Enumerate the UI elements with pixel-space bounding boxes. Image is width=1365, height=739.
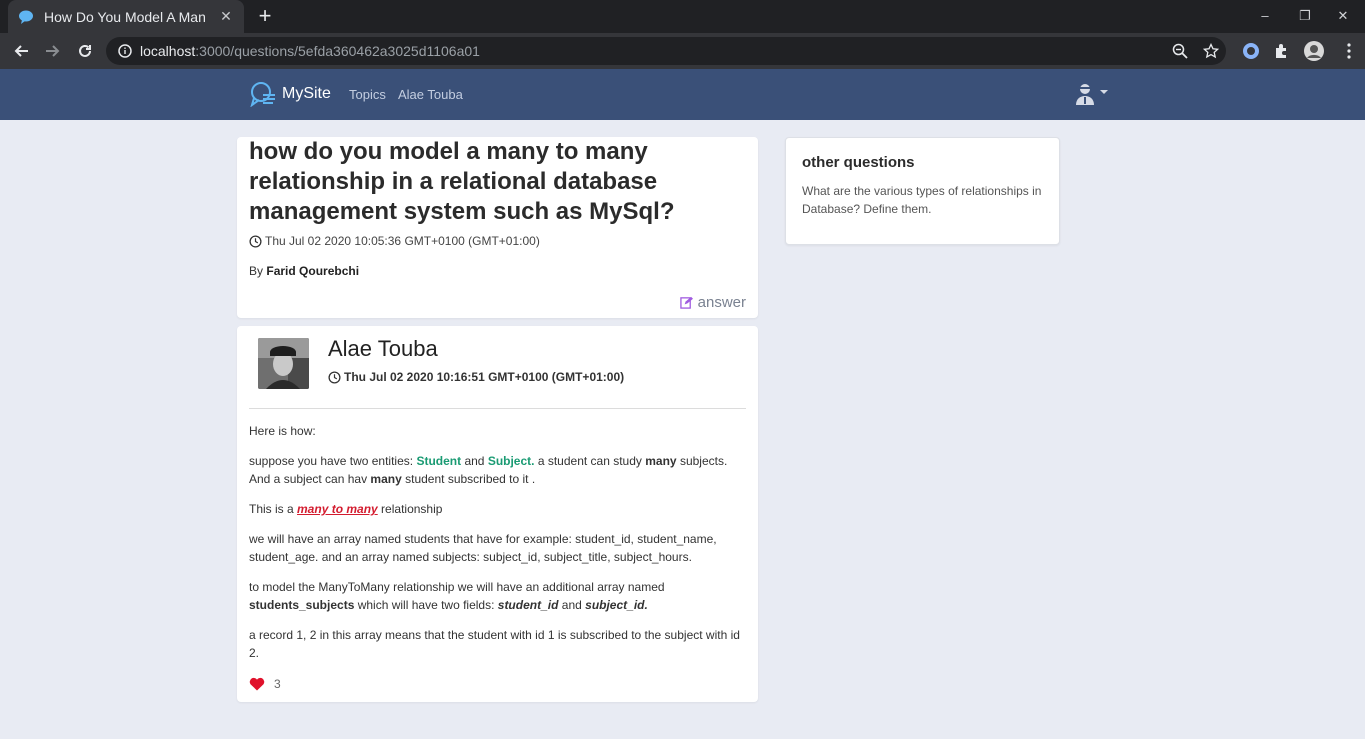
highlight-student: Student	[416, 454, 462, 468]
text: and	[558, 598, 586, 612]
sidebar-title: other questions	[802, 154, 915, 171]
url-host: localhost	[140, 43, 196, 59]
close-window-icon[interactable]: ✕	[1335, 8, 1351, 24]
like-count: 3	[274, 677, 281, 691]
question-card: how do you model a many to many relation…	[237, 137, 758, 318]
other-question-link[interactable]: What are the various types of relationsh…	[802, 182, 1052, 218]
text: suppose you have two entities:	[249, 454, 417, 468]
close-tab-icon[interactable]: ✕	[218, 8, 234, 25]
bookmark-star-icon[interactable]	[1203, 43, 1219, 59]
reload-icon	[79, 44, 91, 57]
browser-tab-bar: How Do You Model A Man ✕ + – ❐ ✕	[0, 0, 1365, 33]
question-date: Thu Jul 02 2020 10:05:36 GMT+0100 (GMT+0…	[249, 234, 540, 248]
bold-table-name: students_subjects	[249, 598, 355, 612]
forward-arrow-icon	[46, 45, 60, 57]
nav-link-topics[interactable]: Topics	[349, 87, 386, 102]
browser-tab[interactable]: How Do You Model A Man ✕	[8, 0, 244, 33]
site-navbar: MySite Topics Alae Touba	[0, 69, 1365, 120]
back-arrow-icon	[14, 45, 28, 57]
info-icon[interactable]	[118, 44, 132, 58]
extension-circle-icon[interactable]	[1242, 42, 1260, 60]
new-tab-button[interactable]: +	[256, 5, 274, 27]
edit-icon	[679, 296, 693, 309]
reload-button[interactable]	[74, 40, 96, 62]
restore-icon[interactable]: ❐	[1297, 8, 1313, 24]
by-label: By	[249, 264, 264, 278]
browser-menu-icon[interactable]	[1338, 40, 1360, 62]
text: a student can study	[534, 454, 646, 468]
answer-author-name[interactable]: Alae Touba	[328, 336, 438, 362]
brand-link[interactable]: MySite	[250, 81, 331, 107]
bold-italic-field: subject_id.	[585, 598, 648, 612]
bold-italic-field: student_id	[497, 598, 559, 612]
other-questions-card: other questions What are the various typ…	[785, 137, 1060, 245]
answer-paragraph: Here is how:	[249, 424, 316, 438]
text: to model the ManyToMany relationship we …	[249, 580, 665, 594]
bold-many: many	[645, 454, 677, 468]
text: and	[461, 454, 488, 468]
text: student subscribed to it .	[401, 472, 536, 486]
address-bar[interactable]: localhost:3000/questions/5efda360462a302…	[106, 37, 1226, 65]
heart-icon	[249, 677, 265, 691]
answer-button[interactable]: answer	[679, 294, 746, 311]
question-title: how do you model a many to many relation…	[249, 138, 675, 225]
answer-author-avatar[interactable]	[258, 338, 309, 389]
text: which will have two fields:	[354, 598, 498, 612]
question-byline: By Farid Qourebchi	[249, 264, 359, 278]
puzzle-extensions-icon[interactable]	[1273, 42, 1291, 60]
forward-button[interactable]	[42, 40, 64, 62]
back-button[interactable]	[10, 40, 32, 62]
answer-paragraph: to model the ManyToMany relationship we …	[249, 578, 746, 614]
brand-name: MySite	[282, 85, 331, 102]
question-author[interactable]: Farid Qourebchi	[266, 264, 359, 278]
chevron-down-icon	[1100, 90, 1108, 94]
answer-paragraph: a record 1, 2 in this array means that t…	[249, 628, 740, 660]
user-dropdown[interactable]	[1074, 82, 1108, 106]
text: This is a	[249, 502, 298, 516]
highlight-subject: Subject.	[487, 454, 535, 468]
text: relationship	[377, 502, 443, 516]
bold-many: many	[370, 472, 402, 486]
answer-date: Thu Jul 02 2020 10:16:51 GMT+0100 (GMT+0…	[328, 370, 624, 384]
divider	[249, 408, 746, 409]
many-to-many-link[interactable]: many to many	[297, 502, 378, 516]
question-date-text: Thu Jul 02 2020 10:05:36 GMT+0100 (GMT+0…	[265, 234, 540, 248]
clock-icon	[328, 370, 341, 384]
profile-avatar-icon[interactable]	[1303, 40, 1325, 62]
speech-bubble-icon	[18, 9, 34, 25]
answer-paragraph: suppose you have two entities: Student a…	[249, 452, 746, 488]
browser-toolbar: localhost:3000/questions/5efda360462a302…	[0, 33, 1365, 69]
minimize-icon[interactable]: –	[1257, 8, 1273, 23]
answer-paragraph: we will have an array named students tha…	[249, 532, 717, 564]
clock-icon	[249, 234, 262, 248]
answer-date-text: Thu Jul 02 2020 10:16:51 GMT+0100 (GMT+0…	[344, 370, 625, 384]
answer-paragraph: This is a many to many relationship	[249, 500, 746, 518]
answer-label: answer	[697, 294, 746, 311]
zoom-icon[interactable]	[1172, 43, 1188, 59]
like-button[interactable]: 3	[249, 677, 281, 691]
nav-link-profile[interactable]: Alae Touba	[398, 87, 463, 102]
chat-logo-icon	[250, 82, 275, 107]
user-avatar-icon	[1076, 84, 1094, 105]
url-path: :3000/questions/5efda360462a3025d1106a01	[195, 43, 480, 59]
answer-card: Alae Touba Thu Jul 02 2020 10:16:51 GMT+…	[237, 326, 758, 702]
answer-body: Here is how: suppose you have two entiti…	[249, 422, 746, 674]
tab-title: How Do You Model A Man	[44, 8, 206, 25]
